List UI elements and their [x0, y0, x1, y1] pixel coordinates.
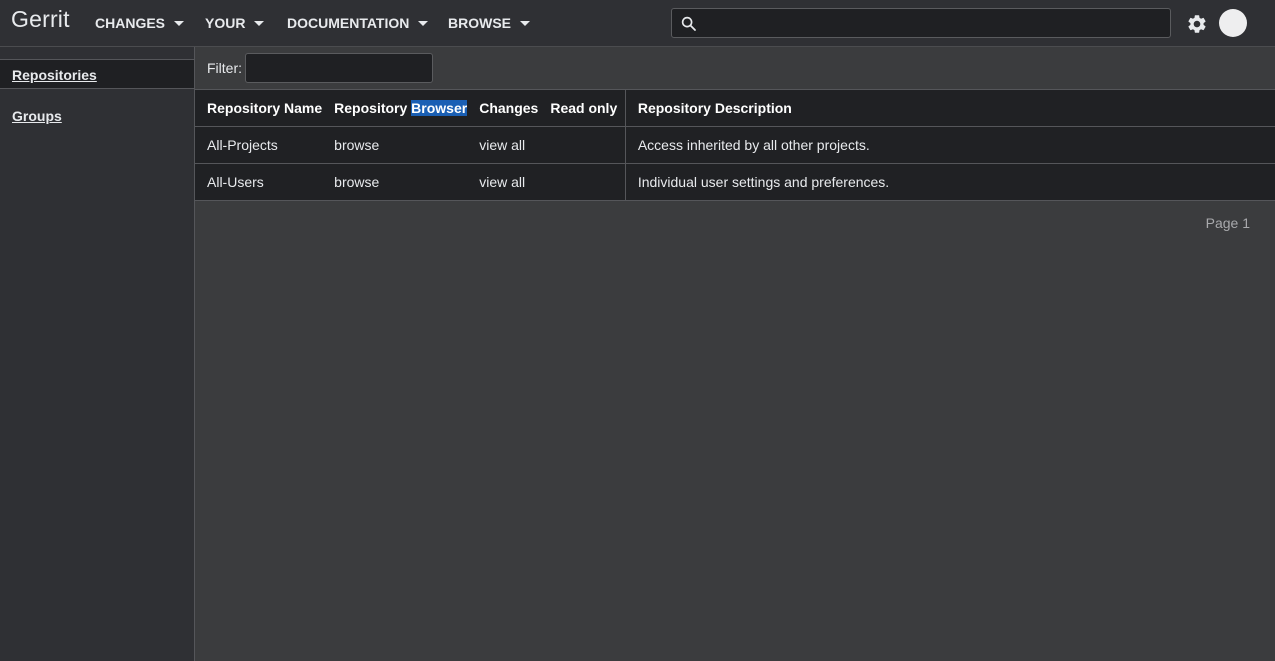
search-input[interactable] — [702, 11, 1162, 35]
read-only-cell — [538, 163, 626, 201]
sidebar: Repositories Groups — [0, 47, 195, 661]
sidebar-item-label: Groups — [12, 108, 62, 124]
table-row: All-Projects browse view all Access inhe… — [195, 126, 1275, 164]
search-icon — [681, 16, 696, 31]
chevron-down-icon — [254, 20, 265, 26]
avatar[interactable] — [1219, 9, 1247, 37]
repo-name-link[interactable]: All-Projects — [195, 126, 323, 164]
menu-label: BROWSE — [448, 15, 511, 31]
view-all-changes-link[interactable]: view all — [467, 126, 539, 164]
page-indicator: Page 1 — [1205, 215, 1250, 231]
browse-link[interactable]: browse — [322, 126, 468, 164]
description-cell: Access inherited by all other projects. — [624, 126, 1275, 164]
column-header-description: Repository Description — [624, 89, 1275, 127]
menu-documentation[interactable]: DOCUMENTATION — [287, 14, 429, 32]
browse-link[interactable]: browse — [322, 163, 468, 201]
sidebar-item-groups[interactable]: Groups — [0, 101, 194, 131]
column-header-browser: Repository Browser — [322, 89, 468, 127]
menu-label: DOCUMENTATION — [287, 15, 410, 31]
column-header-name: Repository Name — [195, 89, 323, 127]
column-header-changes: Changes — [467, 89, 539, 127]
menu-browse[interactable]: BROWSE — [448, 14, 530, 32]
table-row: All-Users browse view all Individual use… — [195, 163, 1275, 201]
top-bar: Gerrit CHANGES YOUR DOCUMENTATION BROWSE — [0, 0, 1275, 47]
table-header-row: Repository Name Repository Browser Chang… — [195, 89, 1275, 127]
menu-label: YOUR — [205, 15, 246, 31]
chevron-down-icon — [418, 20, 429, 26]
view-all-changes-link[interactable]: view all — [467, 163, 539, 201]
repository-table: Repository Name Repository Browser Chang… — [195, 89, 1275, 201]
sidebar-item-label: Repositories — [12, 67, 97, 83]
filter-input[interactable] — [245, 53, 433, 83]
menu-label: CHANGES — [95, 15, 166, 31]
description-cell: Individual user settings and preferences… — [624, 163, 1275, 201]
read-only-cell — [538, 126, 626, 164]
menu-your[interactable]: YOUR — [205, 14, 265, 32]
text-selection-highlight: Browser — [411, 100, 468, 116]
chevron-down-icon — [520, 20, 530, 26]
filter-label: Filter: — [207, 60, 242, 76]
sidebar-item-repositories[interactable]: Repositories — [0, 59, 194, 89]
repo-name-link[interactable]: All-Users — [195, 163, 323, 201]
menu-changes[interactable]: CHANGES — [95, 14, 185, 32]
column-header-browser-prefix: Repository — [334, 100, 408, 116]
app-logo[interactable]: Gerrit — [11, 6, 70, 33]
search-box[interactable] — [671, 8, 1171, 38]
column-header-read-only: Read only — [538, 89, 626, 127]
chevron-down-icon — [174, 20, 185, 26]
gear-icon[interactable] — [1186, 13, 1208, 35]
